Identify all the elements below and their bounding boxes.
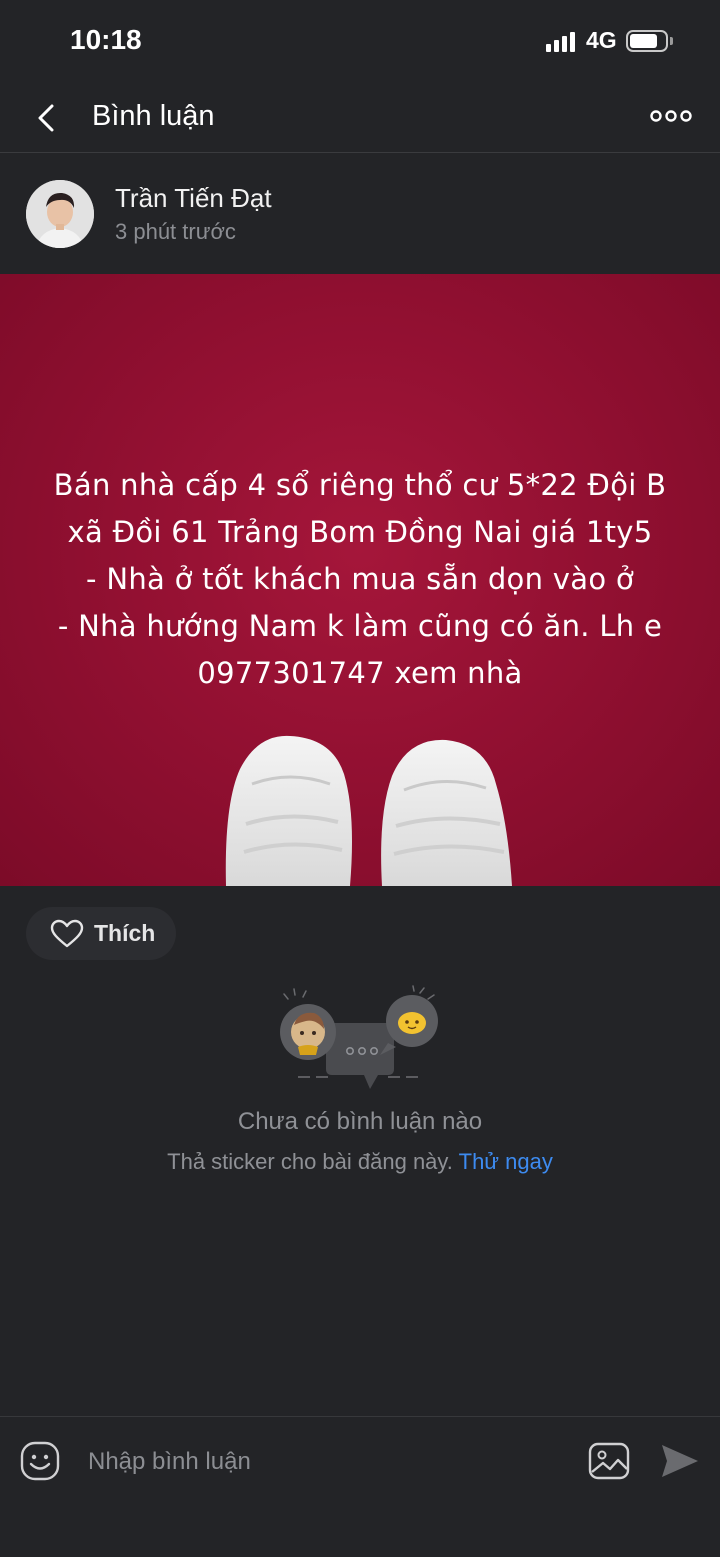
page-title: Bình luận <box>92 100 215 132</box>
author-name[interactable]: Trần Tiến Đạt <box>115 183 272 214</box>
emoji-icon[interactable] <box>20 1441 60 1481</box>
post-author-row: Trần Tiến Đạt 3 phút trước <box>0 153 720 274</box>
like-button[interactable]: Thích <box>26 907 176 960</box>
battery-icon <box>626 30 668 52</box>
post-timestamp: 3 phút trước <box>115 219 236 244</box>
sneakers-illustration <box>225 735 512 886</box>
send-icon[interactable] <box>658 1441 700 1481</box>
try-now-link[interactable]: Thử ngay <box>459 1149 553 1174</box>
status-time: 10:18 <box>70 24 142 55</box>
empty-state-subtitle: Thả sticker cho bài đăng này. Thử ngay <box>0 1149 720 1175</box>
signal-icon <box>546 30 575 52</box>
battery-cap <box>670 37 673 45</box>
header: Bình luận <box>0 80 720 153</box>
empty-state-title: Chưa có bình luận nào <box>237 1108 483 1135</box>
chat-bubbles-illustration <box>280 985 438 1089</box>
empty-state-text: Thả sticker cho bài đăng này. <box>167 1149 453 1174</box>
post-image[interactable]: Bán nhà cấp 4 sổ riêng thổ cư 5*22 Đội B… <box>0 274 720 886</box>
network-type: 4G <box>586 27 617 53</box>
avatar[interactable] <box>26 180 94 248</box>
more-horizontal-icon[interactable] <box>650 106 692 126</box>
comment-bar <box>0 1416 720 1557</box>
image-icon[interactable] <box>588 1442 630 1480</box>
like-label: Thích <box>94 920 156 946</box>
chevron-left-icon[interactable] <box>30 100 66 136</box>
post-image-text: Bán nhà cấp 4 sổ riêng thổ cư 5*22 Đội B… <box>53 468 667 690</box>
heart-icon <box>50 919 84 947</box>
status-bar: 10:18 4G <box>0 0 720 80</box>
comment-input[interactable] <box>76 1437 556 1487</box>
